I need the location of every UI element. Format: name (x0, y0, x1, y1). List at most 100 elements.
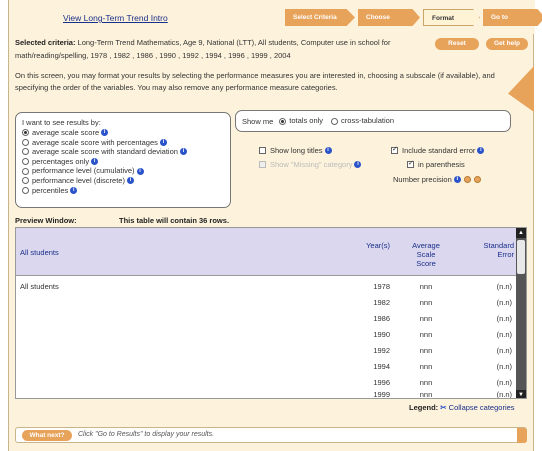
scroll-down-arrow-icon[interactable]: ▼ (516, 390, 526, 398)
scroll-up-arrow-icon[interactable]: ▲ (516, 228, 526, 238)
step-go-to-results[interactable]: Go to Results (483, 9, 542, 26)
table-scrollbar[interactable]: ▲ ▼ (516, 228, 526, 398)
option-cross-tabulation[interactable]: cross-tabulation (331, 116, 394, 126)
checkbox[interactable] (391, 145, 398, 154)
option-label: cross-tabulation (341, 116, 394, 126)
scroll-thumb[interactable] (517, 240, 525, 274)
step-choose-years[interactable]: Choose Year(s) (358, 9, 420, 26)
radio-button[interactable] (22, 167, 29, 175)
table-header: All students Year(s) Average Scale Score… (16, 228, 518, 276)
info-icon[interactable]: i (324, 147, 332, 154)
radio-button[interactable] (22, 186, 29, 194)
checkbox[interactable] (407, 159, 414, 168)
radio-button[interactable] (22, 138, 29, 146)
cell-year: 1978 (373, 282, 390, 291)
cell-average: nnn (419, 298, 433, 307)
info-icon[interactable]: i (354, 161, 362, 168)
header-line: Error (497, 250, 514, 259)
option-label: Show "Missing" category (270, 160, 353, 169)
cell-year: 1990 (373, 330, 390, 339)
info-icon[interactable]: i (159, 138, 167, 146)
info-icon[interactable]: i (136, 167, 144, 175)
option-label: totals only (289, 116, 324, 126)
option-percentages-only[interactable]: percentages only i (22, 157, 224, 167)
show-long-titles-option[interactable]: Show long titles i (259, 146, 332, 155)
precision-decrease-button[interactable] (463, 176, 471, 183)
header-line: Score (416, 259, 436, 268)
intro-link[interactable]: View Long-Term Trend Intro (63, 13, 168, 23)
info-icon[interactable]: i (453, 176, 461, 183)
option-label: average scale score with percentages (32, 137, 158, 147)
cell-standard-error: (n.n) (496, 282, 512, 291)
what-next-bar: What next? Click "Go to Results" to disp… (15, 427, 527, 443)
info-icon[interactable]: i (126, 177, 134, 185)
info-icon[interactable]: i (91, 158, 99, 166)
checkbox[interactable] (259, 147, 266, 154)
table-row: All students 1978 nnn (n.n) (16, 278, 518, 294)
radio-button[interactable] (22, 177, 29, 185)
page-frame: View Long-Term Trend Intro Select Criter… (8, 0, 542, 451)
table-row: 1986 nnn (n.n) (16, 310, 518, 326)
cell-year: 1999 (373, 390, 390, 399)
cell-year: 1986 (373, 314, 390, 323)
precision-increase-button[interactable] (473, 176, 481, 183)
in-parenthesis-option[interactable]: in parenthesis (407, 159, 465, 169)
header-line: Standard (483, 241, 514, 250)
include-standard-error-option[interactable]: Include standard error i (391, 145, 485, 155)
option-label: percentages only (32, 156, 90, 166)
info-icon[interactable]: i (477, 147, 485, 154)
show-missing-option: Show "Missing" category i (259, 160, 362, 169)
cell-average: nnn (419, 282, 433, 291)
cell-average: nnn (419, 390, 433, 399)
radio-button[interactable] (22, 158, 29, 166)
option-average-scale-score[interactable]: average scale score i (22, 128, 224, 138)
radio-button[interactable] (331, 117, 339, 125)
collapse-categories-link[interactable]: Collapse categories (449, 403, 515, 412)
table-row: 1990 nnn (n.n) (16, 326, 518, 342)
cell-average: nnn (419, 314, 433, 323)
step-format-table[interactable]: Format Table (423, 9, 480, 26)
legend: Legend: ✂ Collapse categories (409, 403, 515, 412)
info-icon[interactable]: i (101, 129, 109, 137)
option-scale-score-percentages[interactable]: average scale score with percentages i (22, 138, 224, 148)
cell-average: nnn (419, 362, 433, 371)
header-year: Year(s) (366, 241, 390, 250)
collapse-icon[interactable]: ✂ (440, 403, 446, 412)
option-performance-discrete[interactable]: performance level (discrete) i (22, 176, 224, 186)
option-label: Include standard error (402, 146, 476, 155)
cell-standard-error: (n.n) (496, 330, 512, 339)
option-scale-score-std-dev[interactable]: average scale score with standard deviat… (22, 147, 224, 157)
radio-button[interactable] (22, 148, 29, 156)
what-next-button[interactable]: What next? (22, 430, 72, 441)
option-label: performance level (cumulative) (32, 166, 135, 176)
what-next-tab[interactable] (517, 428, 527, 443)
option-label: performance level (discrete) (32, 175, 125, 185)
radio-button[interactable] (279, 117, 287, 125)
cell-year: 1992 (373, 346, 390, 355)
header-line: Scale (416, 250, 436, 259)
option-performance-cumulative[interactable]: performance level (cumulative) i (22, 166, 224, 176)
side-tab[interactable] (508, 66, 534, 112)
instructions-text: On this screen, you may format your resu… (15, 71, 495, 92)
reset-button[interactable]: Reset (435, 38, 479, 50)
row-label: All students (20, 282, 59, 291)
cell-standard-error: (n.n) (496, 298, 512, 307)
option-label: Number precision (393, 175, 452, 184)
what-next-text: Click "Go to Results" to display your re… (78, 431, 215, 438)
option-label: in parenthesis (418, 160, 465, 169)
option-percentiles[interactable]: percentiles i (22, 186, 224, 196)
step-select-criteria[interactable]: Select Criteria (285, 9, 355, 26)
header-average-scale-score: Average Scale Score (404, 241, 448, 268)
option-totals-only[interactable]: totals only (279, 116, 323, 126)
info-icon[interactable]: i (70, 186, 78, 194)
option-label: percentiles (32, 185, 69, 195)
info-icon[interactable]: i (179, 148, 187, 156)
cell-year: 1982 (373, 298, 390, 307)
selected-criteria: Selected criteria: Long-Term Trend Mathe… (15, 36, 435, 62)
radio-button[interactable] (22, 129, 29, 137)
results-by-panel: I want to see results by: average scale … (15, 112, 231, 208)
preview-table: All students Year(s) Average Scale Score… (15, 227, 527, 399)
results-by-title: I want to see results by: (22, 118, 101, 127)
get-help-button[interactable]: Get help (486, 38, 528, 50)
header-standard-error: Standard Error (466, 241, 514, 259)
